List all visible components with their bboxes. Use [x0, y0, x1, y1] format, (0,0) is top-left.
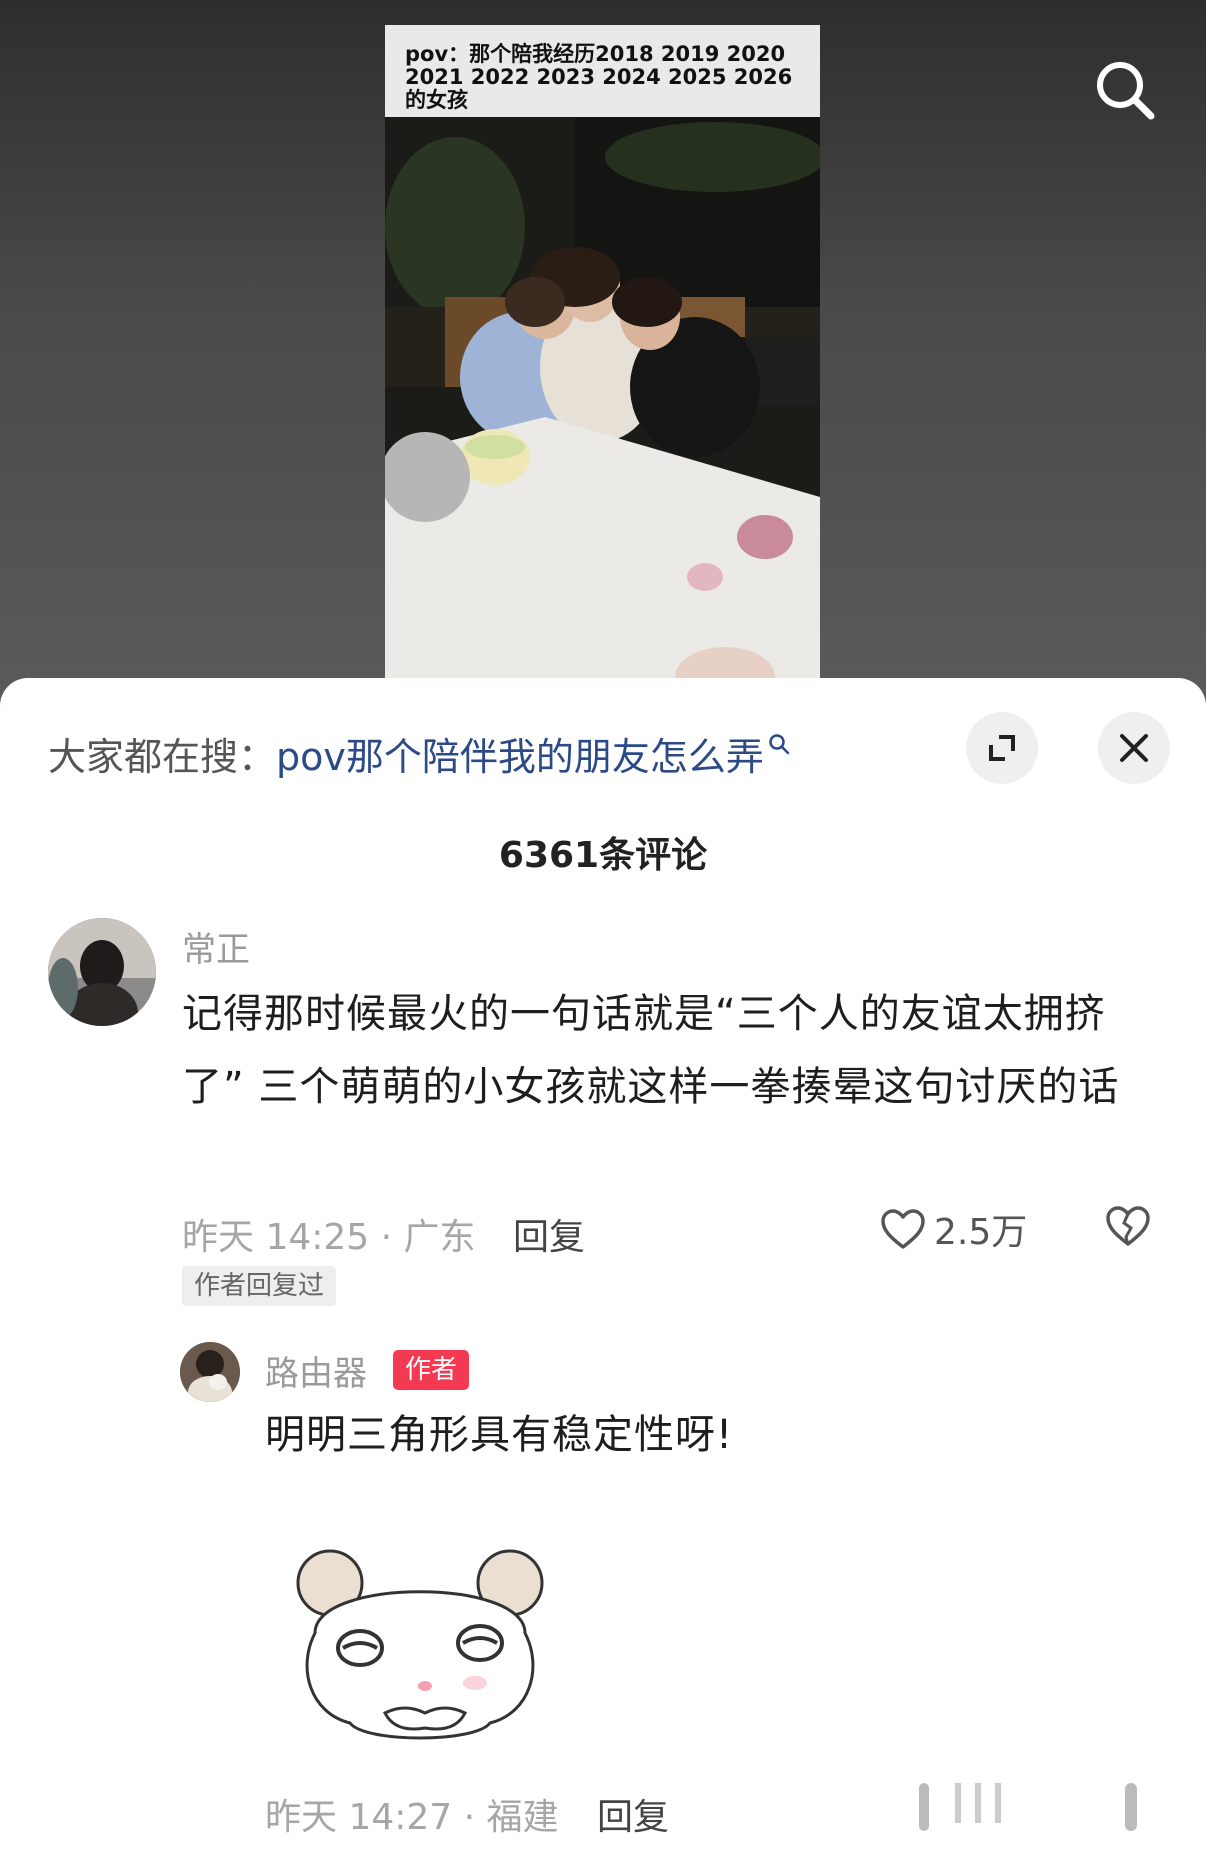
comment-panel: 大家都在搜： pov那个陪伴我的朋友怎么弄 6361条评论 常正 记得那时候最火… — [0, 678, 1206, 1862]
expand-button[interactable] — [966, 712, 1038, 784]
search-icon — [1097, 62, 1155, 120]
video-caption: pov：那个陪我经历2018 2019 2020 2021 2022 2023 … — [385, 25, 820, 117]
reply-avatar[interactable] — [180, 1342, 240, 1402]
author-badge: 作者 — [393, 1350, 470, 1390]
video-caption-line1: pov：那个陪我经历2018 2019 2020 — [405, 42, 786, 66]
avatar-image — [48, 918, 156, 1026]
reply-text: 明明三角形具有稳定性呀! — [265, 1412, 734, 1458]
like-count: 2.5万 — [934, 1212, 1028, 1253]
dislike-button[interactable] — [1105, 1205, 1151, 1251]
broken-heart-icon — [1106, 1206, 1150, 1246]
comment-text: 记得那时候最火的一句话就是“三个人的友谊太拥挤了” 三个萌萌的小女孩就这样一拳揍… — [182, 991, 1120, 1110]
video-photo — [385, 117, 820, 710]
search-button[interactable] — [1085, 50, 1165, 130]
video-frame[interactable]: pov：那个陪我经历2018 2019 2020 2021 2022 2023 … — [385, 25, 820, 710]
comment-count: 6361条评论 — [498, 835, 708, 876]
small-search-icon — [769, 733, 790, 754]
faded-dislike-icon[interactable] — [1115, 1783, 1155, 1833]
comment-timestamp-location: 昨天 14:25 · 广东 — [182, 1217, 476, 1258]
reply-username[interactable]: 路由器 — [265, 1346, 367, 1395]
reply-timestamp-location: 昨天 14:27 · 福建 — [265, 1797, 559, 1838]
author-replied-tag: 作者回复过 — [182, 1266, 337, 1306]
hot-search-prefix: 大家都在搜： — [48, 735, 277, 779]
reply-button[interactable]: 回复 — [513, 1208, 585, 1260]
hot-search-query-link[interactable]: pov那个陪伴我的朋友怎么弄 — [276, 726, 764, 781]
close-icon — [1120, 734, 1148, 762]
close-button[interactable] — [1098, 712, 1170, 784]
hot-search-bar[interactable]: 大家都在搜： pov那个陪伴我的朋友怎么弄 — [48, 726, 790, 781]
comment-username[interactable]: 常正 — [182, 922, 250, 971]
reply-reply-button[interactable]: 回复 — [597, 1788, 669, 1840]
video-caption-line2: 2021 2022 2023 2024 2025 2026的女孩 — [405, 65, 793, 112]
expand-icon — [989, 735, 1015, 761]
like-button[interactable]: 2.5万 — [880, 1203, 1027, 1255]
heart-icon — [881, 1209, 925, 1249]
avatar[interactable] — [48, 918, 156, 1026]
reply-avatar-image — [180, 1342, 240, 1402]
faded-like-icon[interactable] — [915, 1783, 1045, 1833]
hamster-sticker[interactable] — [285, 1538, 555, 1763]
